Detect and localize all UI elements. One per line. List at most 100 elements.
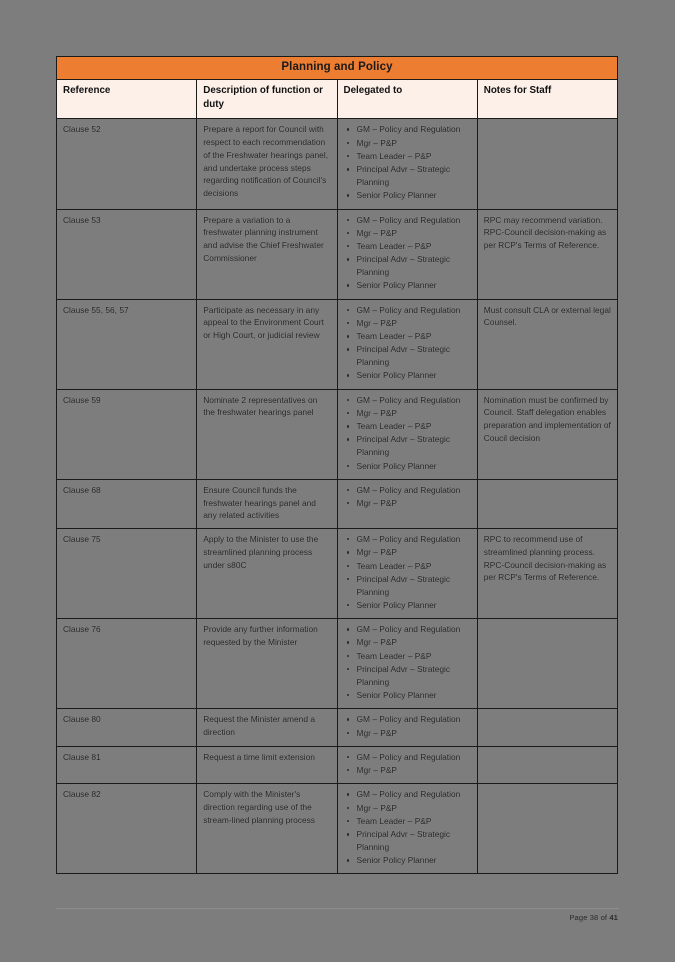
cell-description: Request a time limit extension	[196, 745, 338, 785]
cell-notes	[476, 618, 619, 710]
cell-description: Prepare a report for Council with respec…	[196, 118, 338, 210]
delegated-to-item: GM – Policy and Regulation	[344, 533, 471, 546]
cell-delegated-to: GM – Policy and Regulation Mgr – P&P Team …	[336, 118, 478, 210]
cell-reference: Clause 80	[55, 708, 198, 747]
cell-notes	[476, 478, 619, 530]
cell-description: Participate as necessary in any appeal t…	[196, 298, 338, 390]
delegated-to-item: Mgr – P&P	[344, 727, 471, 740]
delegated-to-item: GM – Policy and Regulation	[344, 713, 471, 726]
table-row: Clause 52 Prepare a report for Council wi…	[55, 118, 619, 210]
delegated-to-item: Mgr – P&P	[344, 636, 471, 649]
table-header-row: Reference Description of function or dut…	[55, 78, 619, 120]
cell-delegated-to: GM – Policy and Regulation Mgr – P&P Team …	[336, 388, 478, 480]
table-row: Clause 81 Request a time limit extension G…	[55, 745, 619, 785]
table-row: Clause 68 Ensure Council funds the freshw…	[55, 478, 619, 530]
table-row: Clause 75 Apply to the Minister to use th…	[55, 528, 619, 620]
delegated-to-item: Principal Advr – Strategic Planning	[344, 163, 471, 189]
delegated-to-item: Team Leader – P&P	[344, 420, 471, 433]
delegated-to-item: Team Leader – P&P	[344, 240, 471, 253]
delegated-to-item: Team Leader – P&P	[344, 815, 471, 828]
delegated-to-item: Team Leader – P&P	[344, 650, 471, 663]
cell-delegated-to: GM – Policy and Regulation Mgr – P&P Team …	[336, 298, 478, 390]
delegated-to-list: GM – Policy and Regulation Mgr – P&P	[344, 751, 471, 777]
table-title: Planning and Policy	[56, 56, 618, 80]
footer-page-total: 41	[609, 913, 618, 922]
table-row: Clause 59 Nominate 2 representatives on t…	[55, 388, 619, 480]
delegated-to-item: Mgr – P&P	[344, 227, 471, 240]
cell-reference: Clause 82	[55, 783, 198, 875]
delegations-table: Planning and Policy Reference Descriptio…	[55, 56, 619, 875]
column-header-description: Description of function or duty	[196, 78, 338, 120]
table-row: Clause 55, 56, 57 Participate as necessar…	[55, 298, 619, 390]
delegated-to-item: Mgr – P&P	[344, 764, 471, 777]
cell-delegated-to: GM – Policy and Regulation Mgr – P&P	[336, 745, 478, 785]
delegated-to-item: Senior Policy Planner	[344, 369, 471, 382]
delegated-to-list: GM – Policy and Regulation Mgr – P&P	[344, 484, 471, 510]
table-row: Clause 80 Request the Minister amend a di…	[55, 708, 619, 747]
delegated-to-item: Principal Advr – Strategic Planning	[344, 573, 471, 599]
cell-description: Request the Minister amend a direction	[196, 708, 338, 747]
delegated-to-item: GM – Policy and Regulation	[344, 751, 471, 764]
cell-notes: Nomination must be confirmed by Council.…	[476, 388, 619, 480]
delegated-to-item: Senior Policy Planner	[344, 599, 471, 612]
delegated-to-item: Senior Policy Planner	[344, 460, 471, 473]
delegated-to-item: GM – Policy and Regulation	[344, 123, 471, 136]
delegated-to-list: GM – Policy and Regulation Mgr – P&P Team …	[344, 123, 471, 202]
table-body: Clause 52 Prepare a report for Council wi…	[55, 118, 619, 875]
cell-notes: RPC may recommend variation. RPC-Council…	[476, 208, 619, 300]
delegated-to-item: GM – Policy and Regulation	[344, 484, 471, 497]
delegated-to-list: GM – Policy and Regulation Mgr – P&P Team …	[344, 533, 471, 612]
cell-notes	[476, 783, 619, 875]
cell-notes: Must consult CLA or external legal Couns…	[476, 298, 619, 390]
cell-description: Comply with the Minister's direction reg…	[196, 783, 338, 875]
delegated-to-item: Senior Policy Planner	[344, 854, 471, 867]
cell-description: Prepare a variation to a freshwater plan…	[196, 208, 338, 300]
delegated-to-item: GM – Policy and Regulation	[344, 304, 471, 317]
cell-description: Nominate 2 representatives on the freshw…	[196, 388, 338, 480]
delegated-to-item: Mgr – P&P	[344, 802, 471, 815]
table-row: Clause 53 Prepare a variation to a freshw…	[55, 208, 619, 300]
delegated-to-item: Senior Policy Planner	[344, 689, 471, 702]
delegated-to-list: GM – Policy and Regulation Mgr – P&P Team …	[344, 788, 471, 867]
delegated-to-item: Mgr – P&P	[344, 497, 471, 510]
cell-reference: Clause 52	[55, 118, 198, 210]
delegated-to-item: Mgr – P&P	[344, 407, 471, 420]
delegated-to-item: GM – Policy and Regulation	[344, 214, 471, 227]
delegated-to-item: GM – Policy and Regulation	[344, 394, 471, 407]
cell-delegated-to: GM – Policy and Regulation Mgr – P&P Team …	[336, 618, 478, 710]
cell-notes	[476, 118, 619, 210]
cell-description: Apply to the Minister to use the streaml…	[196, 528, 338, 620]
delegated-to-item: Team Leader – P&P	[344, 150, 471, 163]
cell-reference: Clause 81	[55, 745, 198, 785]
cell-delegated-to: GM – Policy and Regulation Mgr – P&P	[336, 708, 478, 747]
cell-delegated-to: GM – Policy and Regulation Mgr – P&P Team …	[336, 528, 478, 620]
delegated-to-item: GM – Policy and Regulation	[344, 623, 471, 636]
delegated-to-item: Principal Advr – Strategic Planning	[344, 828, 471, 854]
table-head: Planning and Policy Reference Descriptio…	[55, 56, 619, 120]
delegated-to-item: Principal Advr – Strategic Planning	[344, 663, 471, 689]
delegated-to-item: Senior Policy Planner	[344, 189, 471, 202]
table-row: Clause 76 Provide any further information…	[55, 618, 619, 710]
page-footer: Page 38 of 41	[569, 913, 618, 922]
delegated-to-list: GM – Policy and Regulation Mgr – P&P Team …	[344, 214, 471, 293]
delegated-to-list: GM – Policy and Regulation Mgr – P&P Team …	[344, 394, 471, 473]
delegated-to-item: Mgr – P&P	[344, 137, 471, 150]
delegated-to-item: Principal Advr – Strategic Planning	[344, 253, 471, 279]
delegated-to-item: Team Leader – P&P	[344, 560, 471, 573]
column-header-reference: Reference	[55, 78, 198, 120]
delegated-to-item: Principal Advr – Strategic Planning	[344, 343, 471, 369]
document-page: Planning and Policy Reference Descriptio…	[0, 0, 675, 962]
footer-divider	[56, 908, 619, 909]
table-row: Clause 82 Comply with the Minister's dire…	[55, 783, 619, 875]
delegated-to-item: Senior Policy Planner	[344, 279, 471, 292]
cell-notes	[476, 745, 619, 785]
delegated-to-item: Principal Advr – Strategic Planning	[344, 433, 471, 459]
cell-reference: Clause 53	[55, 208, 198, 300]
cell-delegated-to: GM – Policy and Regulation Mgr – P&P Team …	[336, 783, 478, 875]
delegated-to-item: GM – Policy and Regulation	[344, 788, 471, 801]
cell-reference: Clause 55, 56, 57	[55, 298, 198, 390]
cell-description: Provide any further information requeste…	[196, 618, 338, 710]
delegated-to-list: GM – Policy and Regulation Mgr – P&P	[344, 713, 471, 739]
delegated-to-item: Team Leader – P&P	[344, 330, 471, 343]
delegated-to-item: Mgr – P&P	[344, 546, 471, 559]
